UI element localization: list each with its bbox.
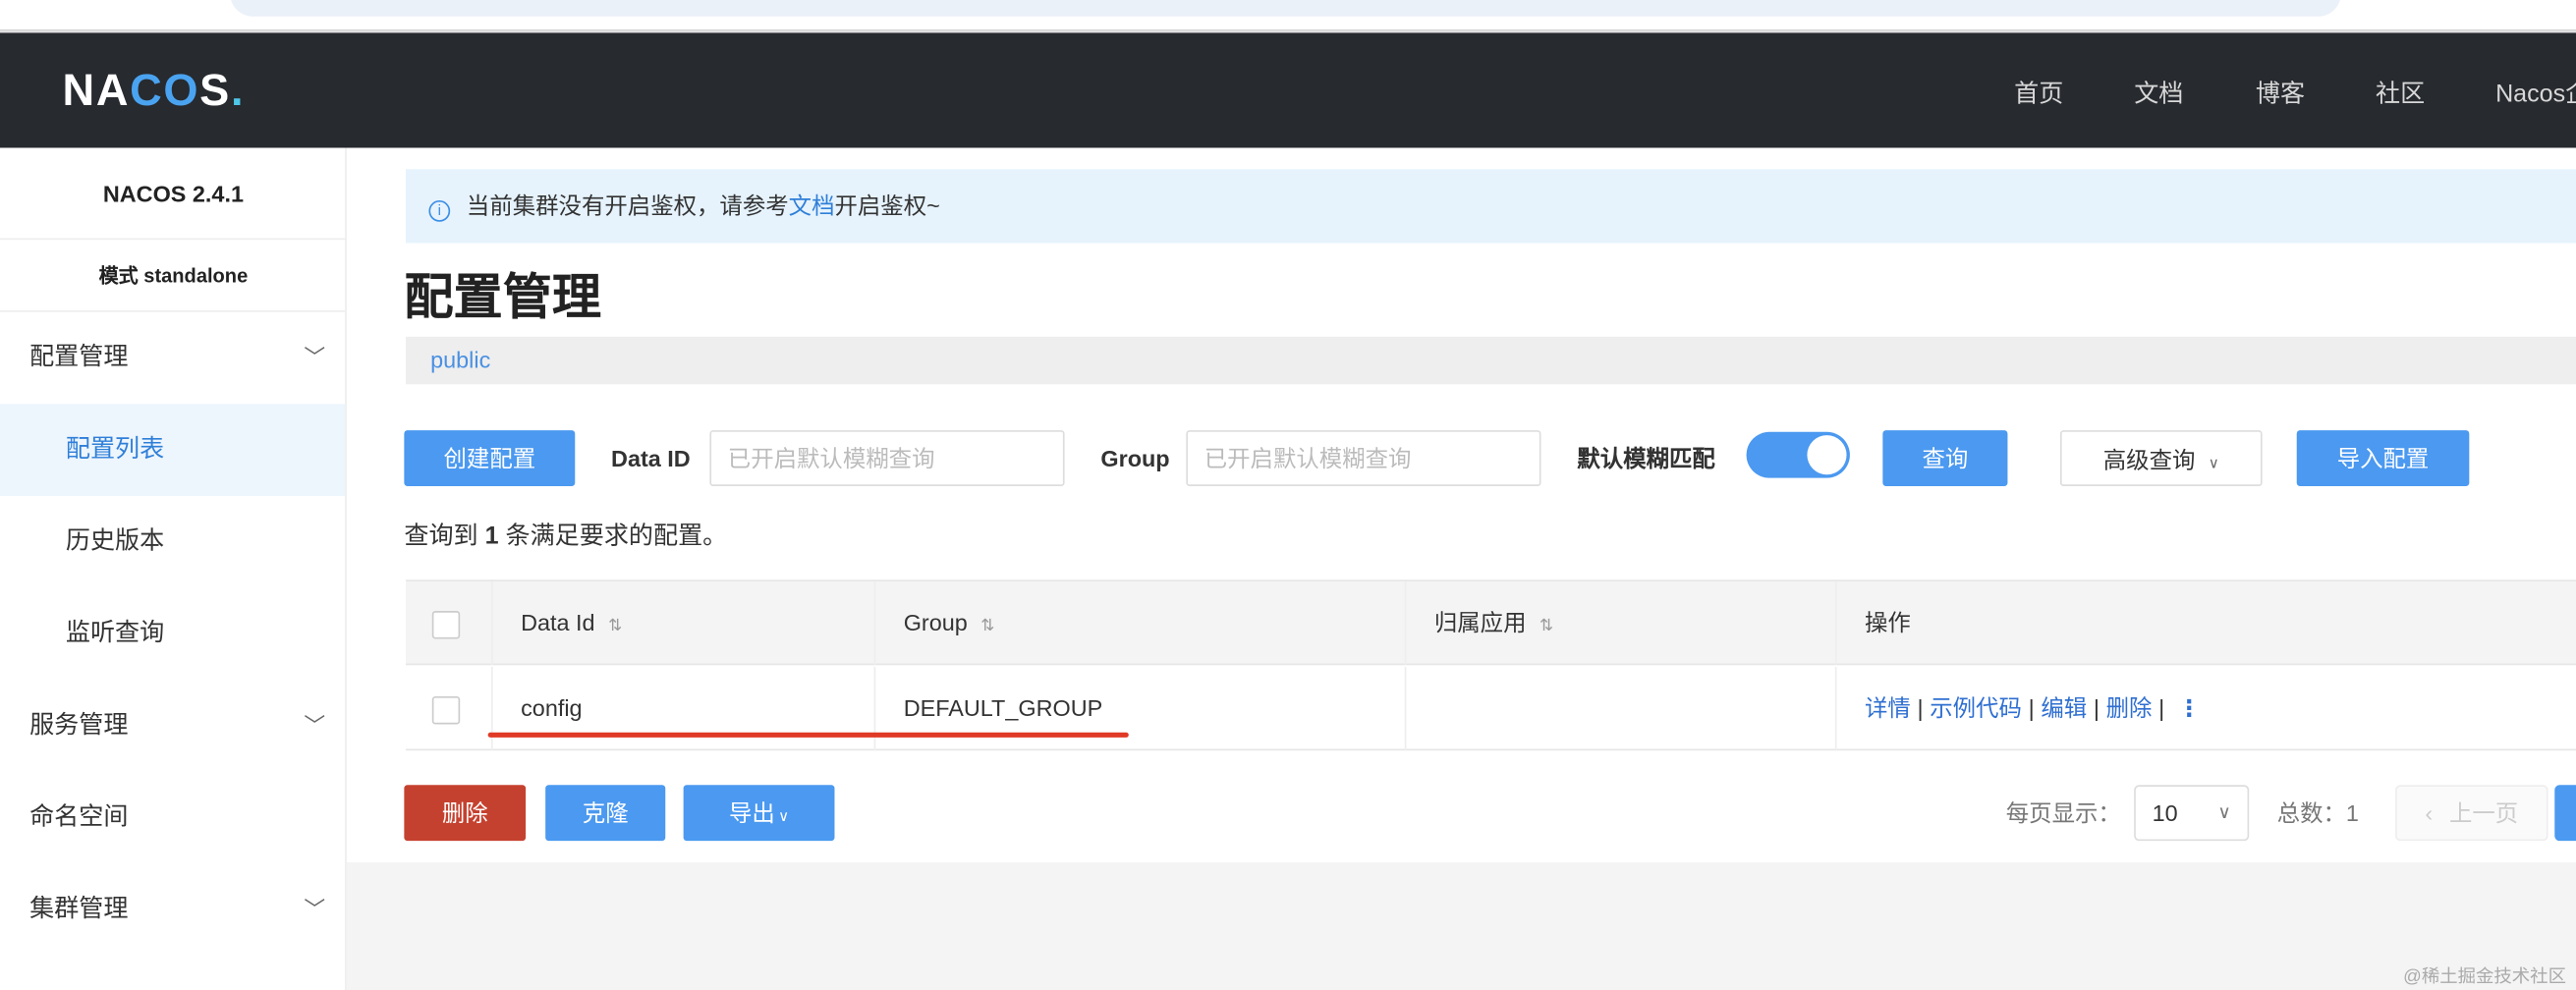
sidebar-item-config-management[interactable]: 配置管理 ﹀ [0,312,345,405]
header-app[interactable]: 归属应用 ⇅ [1406,580,1837,666]
top-header: NACOS. 首页 文档 博客 社区 Nacos企 [0,29,2576,148]
sidebar: NACOS 2.4.1 模式 standalone 配置管理 ﹀ 配置列表 历史版… [0,147,347,990]
create-config-button[interactable]: 创建配置 [404,430,576,486]
batch-delete-button[interactable]: 删除 [404,785,527,842]
delete-link[interactable]: 删除 [2106,694,2153,721]
mode-label: 模式 standalone [0,240,347,312]
current-page-button[interactable] [2554,785,2576,842]
cell-actions: 详情 | 示例代码 | 编辑 | 删除 | ⋮ [1864,694,2202,722]
chevron-left-icon: ‹ [2425,799,2434,827]
header-actions: 操作 [1864,609,1911,636]
header-data-id[interactable]: Data Id ⇅ [493,580,876,666]
nav-blog[interactable]: 博客 [2256,76,2305,110]
import-config-button[interactable]: 导入配置 [2296,430,2470,486]
result-count-text: 查询到 1 条满足要求的配置。 [404,522,728,551]
nav-community[interactable]: 社区 [2376,76,2425,110]
sort-icon: ⇅ [607,617,622,636]
chevron-down-icon: ﹀ [304,345,326,370]
chevron-down-icon: ﹀ [304,712,326,738]
sidebar-item-service-management[interactable]: 服务管理 ﹀ [0,680,345,772]
info-icon: i [428,200,451,222]
alert-text-end: 开启鉴权~ [834,192,940,219]
config-table: Data Id ⇅ Group ⇅ 归属应用 ⇅ 操作 config DEFAULT_… [406,579,2576,751]
sidebar-item-cluster-management[interactable]: 集群管理 ﹀ [0,864,345,957]
docs-link[interactable]: 文档 [789,192,835,219]
sidebar-item-listener-query[interactable]: 监听查询 [0,588,345,681]
sidebar-item-config-list[interactable]: 配置列表 [0,404,346,497]
namespace-public[interactable]: public [430,347,490,373]
data-id-input[interactable]: 已开启默认模糊查询 [709,430,1065,486]
fuzzy-match-toggle[interactable] [1746,431,1850,478]
table-row: config DEFAULT_GROUP 详情 | 示例代码 | 编辑 | 删除 | ⋮ [406,666,2576,751]
sample-code-link[interactable]: 示例代码 [1930,694,2022,721]
select-all-checkbox[interactable] [406,580,493,666]
table-header-row: Data Id ⇅ Group ⇅ 归属应用 ⇅ 操作 [406,580,2576,666]
sidebar-item-label: 集群管理 [29,895,129,923]
sidebar-item-label: 服务管理 [29,711,129,740]
sort-icon: ⇅ [980,617,995,636]
browser-address-bar [230,0,2341,17]
chevron-down-icon: ∨ [2217,802,2231,823]
header-group[interactable]: Group ⇅ [875,580,1407,666]
group-input[interactable]: 已开启默认模糊查询 [1186,430,1541,486]
nav-enterprise[interactable]: Nacos企 [2495,76,2576,110]
group-label: Group [1100,445,1170,471]
row-checkbox[interactable] [406,666,493,751]
clone-button[interactable]: 克隆 [545,785,666,842]
detail-link[interactable]: 详情 [1865,694,1911,721]
nav-docs[interactable]: 文档 [2134,76,2183,110]
query-button[interactable]: 查询 [1882,430,2008,486]
nacos-logo[interactable]: NACOS. [63,66,246,117]
sidebar-item-history[interactable]: 历史版本 [0,496,345,588]
watermark: @稀土掘金技术社区 [2403,966,2566,987]
version-label: NACOS 2.4.1 [0,147,347,241]
chevron-down-icon: ∨ [778,807,790,825]
content-footer-area [346,861,2576,990]
cell-data-id: config [493,666,876,751]
cell-app [1406,666,1837,751]
cell-group: DEFAULT_GROUP [875,666,1407,751]
chevron-down-icon: ﹀ [304,897,326,922]
sidebar-item-label: 配置管理 [29,343,129,371]
advanced-query-label: 高级查询 [2102,446,2196,473]
advanced-query-button[interactable]: 高级查询 ∨ [2059,430,2263,486]
export-button[interactable]: 导出 ∨ [683,785,835,842]
chevron-down-icon: ∨ [2208,455,2219,471]
auth-alert: i 当前集群没有开启鉴权，请参考文档开启鉴权~ [406,169,2576,244]
more-vertical-icon[interactable]: ⋮ [2178,694,2201,721]
nav-home[interactable]: 首页 [2014,76,2063,110]
sidebar-item-namespace[interactable]: 命名空间 [0,772,345,864]
per-page-select[interactable]: 10 ∨ [2134,785,2250,842]
page-title: 配置管理 [404,270,602,326]
prev-page-button[interactable]: ‹ 上一页 [2395,785,2548,842]
sort-icon: ⇅ [1539,617,1553,636]
per-page-label: 每页显示： [2005,799,2121,827]
total-count: 总数：1 [2276,799,2359,827]
red-underline-annotation [487,732,1129,738]
fuzzy-match-label: 默认模糊匹配 [1577,445,1715,471]
namespace-bar: public [406,336,2576,385]
edit-link[interactable]: 编辑 [2041,694,2087,721]
alert-text: 当前集群没有开启鉴权，请参考 [466,192,789,219]
data-id-label: Data ID [611,445,691,471]
